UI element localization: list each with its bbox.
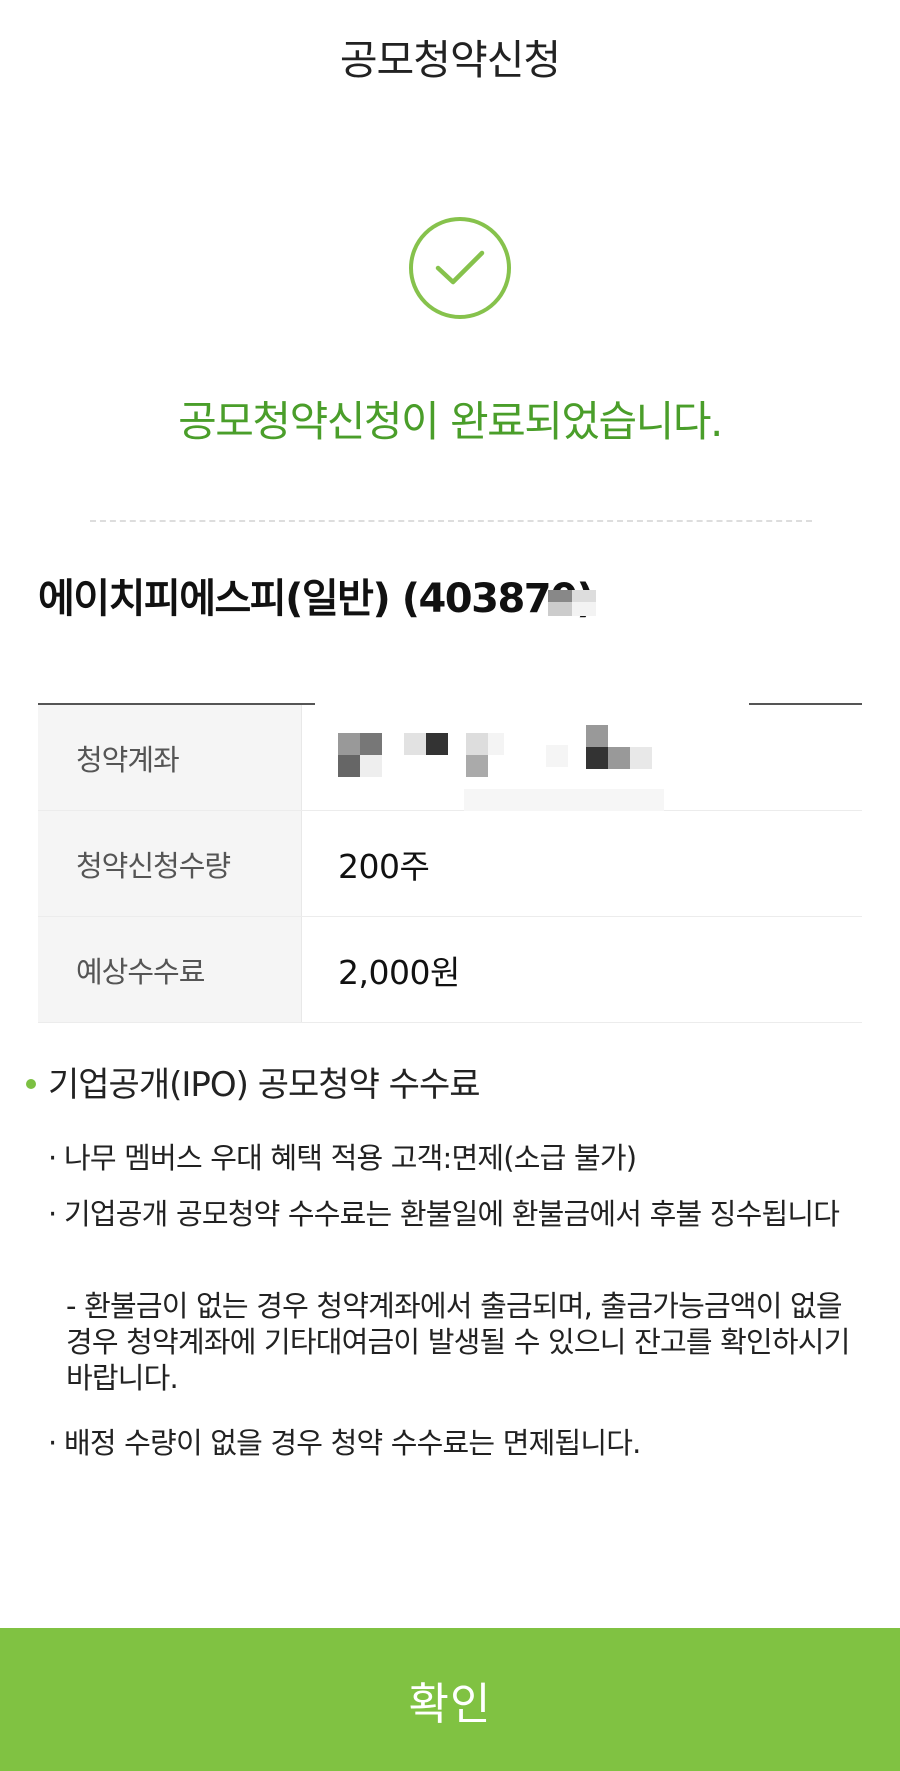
fee-info-heading-text: 기업공개(IPO) 공모청약 수수료 bbox=[48, 1065, 481, 1105]
stock-name: 에이치피에스피(일반) (403870) bbox=[38, 576, 595, 622]
fee-note-item: · 기업공개 공모청약 수수료는 환불일에 환불금에서 후불 징수됩니다 bbox=[48, 1196, 868, 1232]
row-label: 청약신청수량 bbox=[38, 811, 302, 916]
table-row-quantity: 청약신청수량 200주 bbox=[38, 811, 862, 917]
fee-sub-note: - 환불금이 없는 경우 청약계좌에서 출금되며, 출금가능금액이 없을 경우 … bbox=[66, 1289, 850, 1395]
completion-message: 공모청약신청이 완료되었습니다. bbox=[178, 397, 723, 446]
note-text: 배정 수량이 없을 경우 청약 수수료는 면제됩니다. bbox=[64, 1426, 641, 1460]
note-text: 기업공개 공모청약 수수료는 환불일에 환불금에서 후불 징수됩니다 bbox=[64, 1197, 840, 1231]
page-title: 공모청약신청 bbox=[339, 36, 561, 84]
row-value: 2,000원 bbox=[338, 952, 460, 992]
confirm-button[interactable]: 확인 bbox=[0, 1628, 900, 1771]
row-label: 예상수수료 bbox=[38, 917, 302, 1022]
fee-note-item: · 배정 수량이 없을 경우 청약 수수료는 면제됩니다. bbox=[48, 1425, 868, 1461]
table-row-fee: 예상수수료 2,000원 bbox=[38, 917, 862, 1023]
redaction-mosaic bbox=[548, 590, 596, 616]
note-bullet: · bbox=[48, 1141, 57, 1175]
note-bullet: · bbox=[48, 1197, 57, 1231]
note-text: 나무 멤버스 우대 혜택 적용 고객:면제(소급 불가) bbox=[64, 1141, 637, 1175]
fee-info-heading: 기업공개(IPO) 공모청약 수수료 bbox=[26, 1057, 481, 1106]
dashed-divider bbox=[90, 520, 812, 522]
check-circle-icon bbox=[409, 217, 511, 319]
fee-note-item: · 나무 멤버스 우대 혜택 적용 고객:면제(소급 불가) bbox=[48, 1140, 868, 1176]
table-row-account: 청약계좌 bbox=[38, 705, 862, 811]
row-label: 청약계좌 bbox=[38, 705, 302, 810]
row-value: 200주 bbox=[338, 846, 430, 886]
green-bullet-icon bbox=[26, 1078, 36, 1089]
note-bullet: · bbox=[48, 1426, 57, 1460]
